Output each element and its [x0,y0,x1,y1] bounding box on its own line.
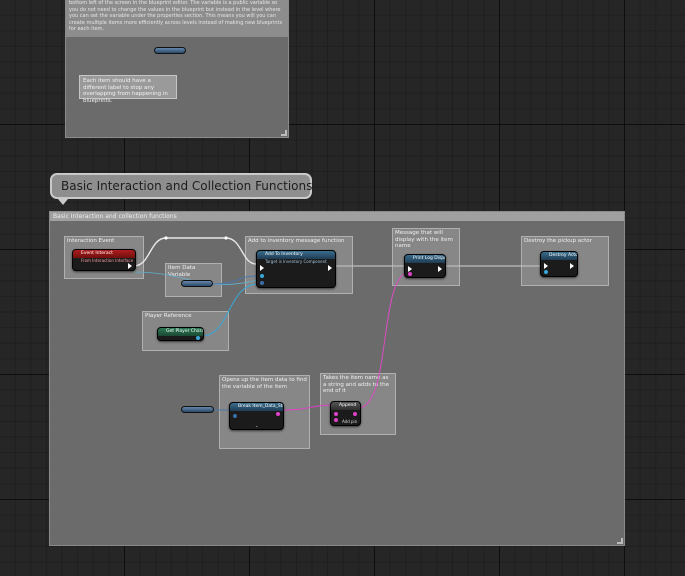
resize-handle[interactable] [617,538,623,544]
add-to-inventory-node[interactable]: Add To Inventory Target is Inventory Com… [256,250,336,288]
add-to-inventory-title: Add To Inventory [257,251,335,259]
print-string-title: Print Log Display [405,255,445,263]
get-player-character-node[interactable]: Get Player Character [157,327,204,341]
append-title: Append [331,402,360,410]
main-comment-header: Basic Interaction and collection functio… [50,212,624,221]
item-data-variable-node[interactable] [181,280,213,287]
exec-in-pin[interactable] [544,263,548,269]
exec-in-pin[interactable] [260,265,264,271]
top-comment-box[interactable]: bottom left of the screen in the bluepri… [65,0,289,138]
string-in-pin[interactable] [408,272,412,276]
bubble-tail [58,199,68,205]
add-pin-label[interactable]: Add pin [342,419,357,424]
expand-arrow-icon[interactable]: ⌄ [255,423,258,428]
return-value-pin[interactable] [196,336,200,340]
top-comment-text: bottom left of the screen in the bluepri… [66,0,288,37]
break-struct-node[interactable]: Break Item_Data_Struct ⌄ [229,402,284,430]
return-pin[interactable] [353,412,357,416]
a-pin[interactable] [334,412,338,416]
exec-out-pin[interactable] [438,266,442,272]
target-pin[interactable] [544,270,548,274]
break-struct-title: Break Item_Data_Struct [230,403,283,411]
destroy-actor-title: Destroy Actor [541,252,577,260]
exec-out-pin[interactable] [128,263,132,269]
print-string-node[interactable]: Print Log Display [404,254,446,278]
event-interact-node[interactable]: Event Interact From Interaction Interfac… [72,249,136,271]
event-interact-title: Event Interact [73,250,135,258]
resize-handle[interactable] [281,130,287,136]
section-title-bubble[interactable]: Basic Interaction and Collection Functio… [50,173,312,199]
name-out-pin[interactable] [276,412,280,416]
get-player-character-title: Get Player Character [158,328,203,336]
append-node[interactable]: Append Add pin [330,401,361,426]
item-data-variable-node-2[interactable] [181,406,214,413]
add-to-inventory-subtitle: Target is Inventory Component [265,259,327,264]
struct-in-pin[interactable] [233,414,237,418]
item-pin[interactable] [260,281,264,285]
item-label-note: Each item should have a different label … [79,75,177,104]
b-pin[interactable] [334,418,338,422]
item-data-variable-node-top[interactable] [154,47,186,54]
destroy-actor-node[interactable]: Destroy Actor [540,251,578,277]
target-pin[interactable] [260,274,264,278]
exec-out-pin[interactable] [328,265,332,271]
event-interact-subtitle: From Interaction Interface [81,258,134,263]
exec-out-pin[interactable] [570,263,574,269]
